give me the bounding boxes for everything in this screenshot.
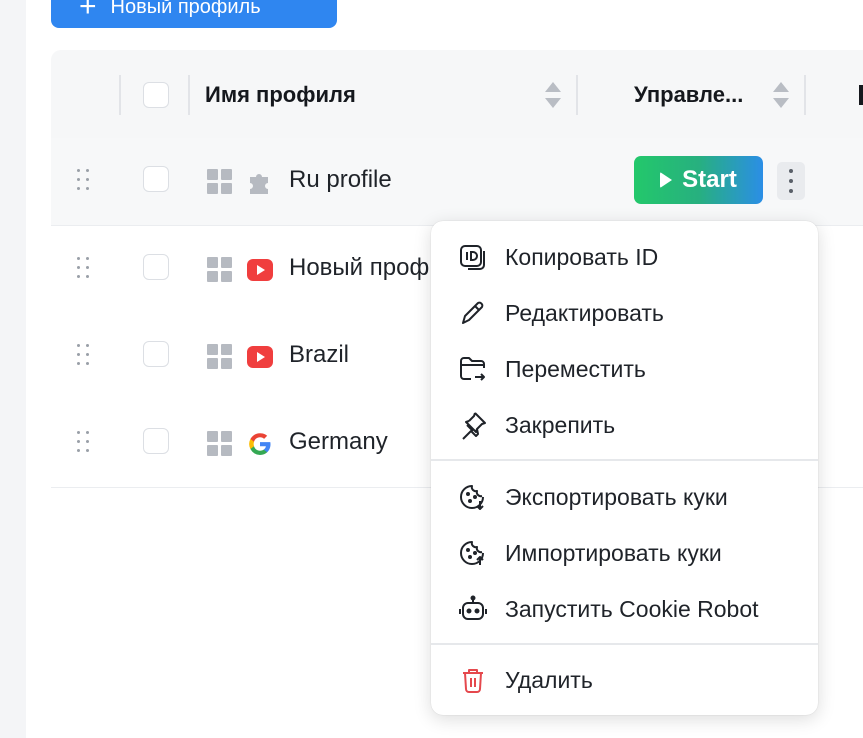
menu-item-label: Импортировать куки [505,539,722,566]
menu-item-label: Удалить [505,666,593,693]
menu-item-copy-id[interactable]: Копировать ID [431,232,818,282]
grid-icon [207,257,233,283]
row-checkbox[interactable] [143,254,169,280]
menu-item-label: Экспортировать куки [505,483,728,510]
menu-item-label: Запустить Cookie Robot [505,595,759,622]
row-checkbox[interactable] [143,341,169,367]
google-icon [249,433,271,455]
trash-icon [463,669,483,693]
start-button[interactable]: Start [634,156,763,204]
menu-item-move[interactable]: Переместить [431,344,818,394]
table-header: Имя профиля Управле... [51,50,863,138]
profile-name[interactable]: Brazil [289,341,349,369]
new-profile-button[interactable]: + Новый профиль [51,0,337,28]
new-profile-label: Новый профиль [110,0,261,18]
row-checkbox[interactable] [143,428,169,454]
grid-icon [207,169,233,195]
pencil-icon [462,301,484,324]
drag-handle-icon[interactable] [77,344,93,368]
start-label: Start [682,166,737,193]
profile-name[interactable]: Новый проф [289,254,429,282]
column-divider [119,75,121,115]
id-icon [460,245,485,270]
menu-item-import-cookies[interactable]: Импортировать куки [431,528,818,578]
context-menu: Копировать ID Редактировать Переместить … [431,221,818,715]
profile-name[interactable]: Ru profile [289,166,392,194]
menu-item-label: Редактировать [505,299,664,326]
more-options-icon[interactable] [777,162,805,200]
puzzle-icon [250,174,268,194]
grid-icon [207,431,233,457]
drag-handle-icon[interactable] [77,257,93,281]
menu-item-label: Копировать ID [505,243,659,270]
menu-divider [431,643,818,645]
drag-handle-icon[interactable] [77,169,93,193]
column-header-cut [859,85,863,105]
column-divider [804,75,806,115]
youtube-icon [247,259,273,281]
sort-icon[interactable] [545,82,561,108]
menu-divider [431,459,818,461]
table-row[interactable]: Ru profile Start [51,138,863,226]
robot-icon [459,595,487,620]
play-icon [660,172,673,188]
column-divider [576,75,578,115]
youtube-icon [247,346,273,368]
drag-handle-icon[interactable] [77,431,93,455]
sort-icon[interactable] [773,82,789,108]
row-checkbox[interactable] [143,166,169,192]
menu-item-edit[interactable]: Редактировать [431,288,818,338]
pin-icon [462,412,486,440]
menu-item-label: Закрепить [505,411,616,438]
menu-item-delete[interactable]: Удалить [431,655,818,705]
profile-name[interactable]: Germany [289,428,388,456]
select-all-checkbox[interactable] [143,82,169,108]
menu-item-label: Переместить [505,355,646,382]
grid-icon [207,344,233,370]
plus-icon: + [79,0,97,23]
cookie-import-icon [460,541,484,565]
menu-item-cookie-robot[interactable]: Запустить Cookie Robot [431,584,818,634]
column-header-name[interactable]: Имя профиля [205,82,356,108]
folder-move-icon [460,357,485,381]
menu-item-export-cookies[interactable]: Экспортировать куки [431,472,818,522]
menu-item-pin[interactable]: Закрепить [431,400,818,450]
column-divider [188,75,190,115]
column-header-control[interactable]: Управле... [634,82,743,108]
cookie-export-icon [460,485,484,510]
